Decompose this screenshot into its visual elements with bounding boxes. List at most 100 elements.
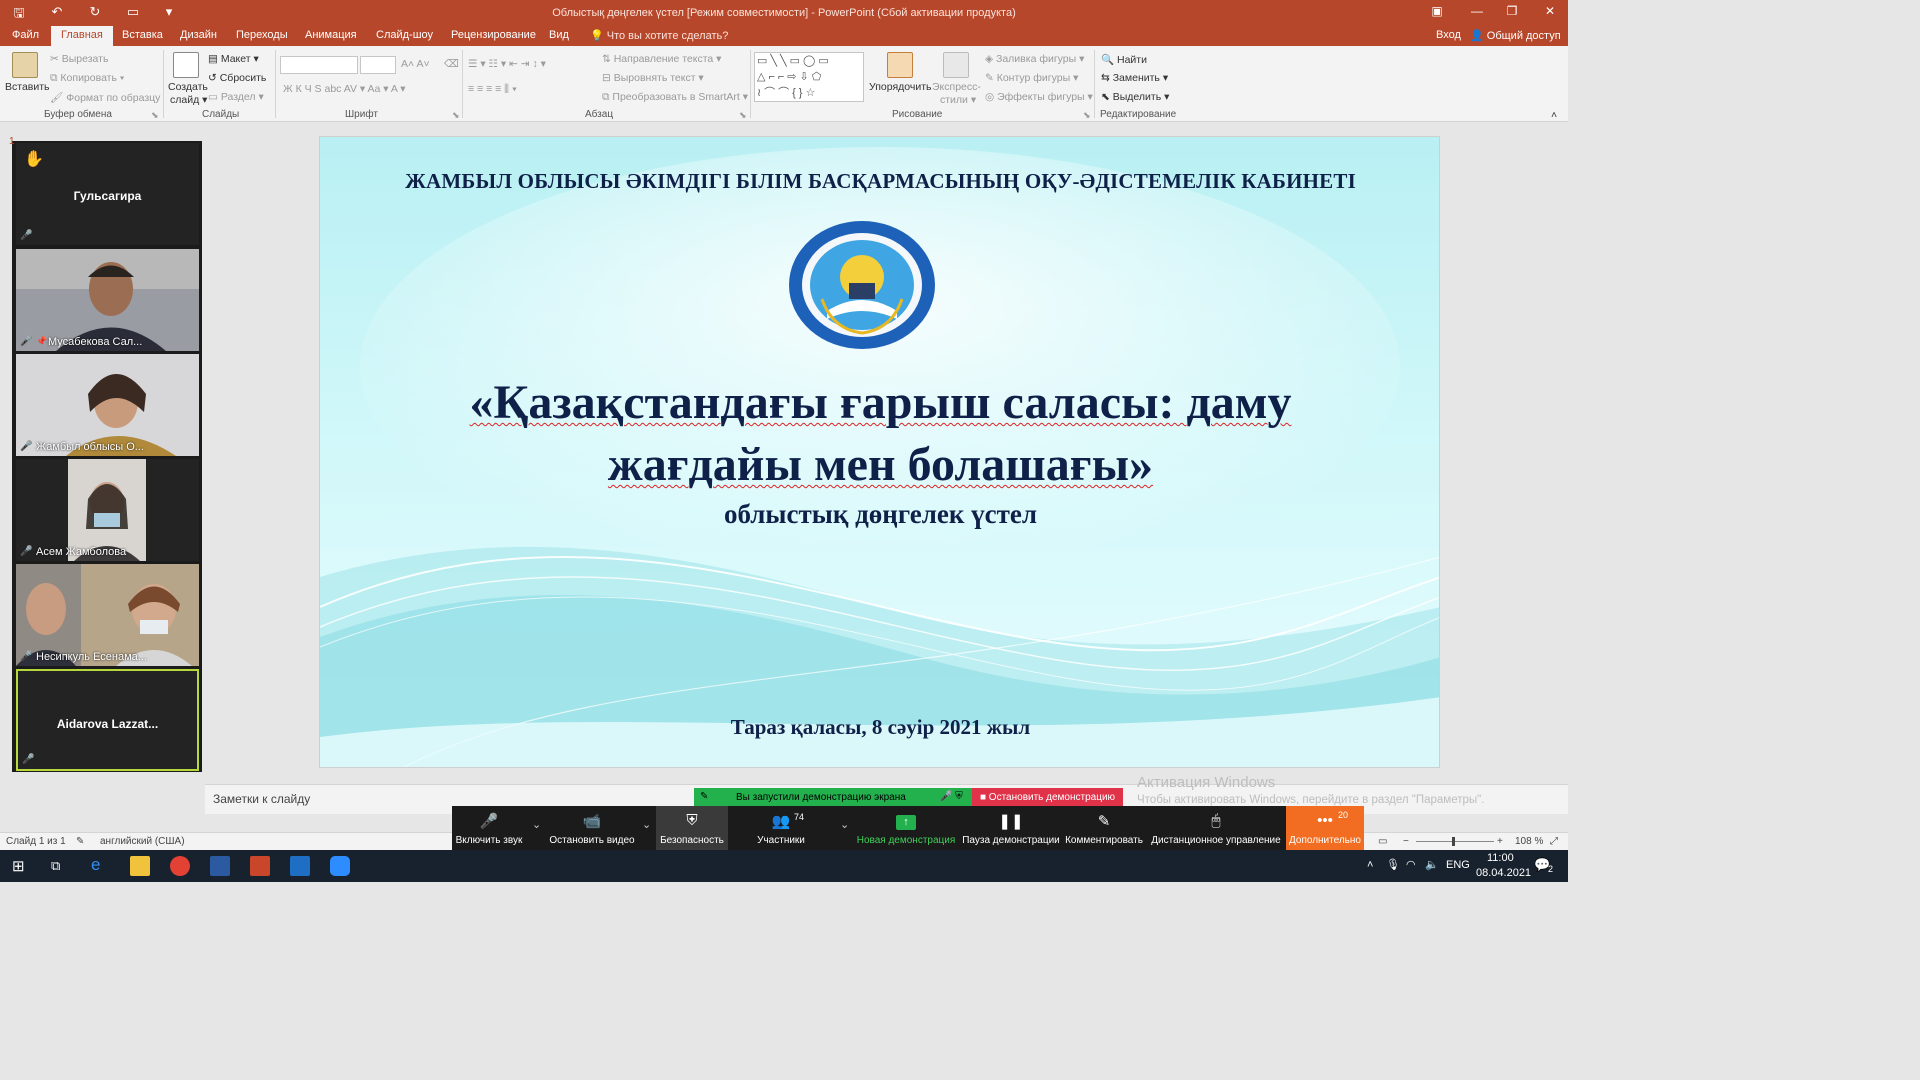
select-button[interactable]: ⬉ Выделить ▾ bbox=[1101, 91, 1169, 103]
alignment-buttons[interactable]: ≡ ≡ ≡ ≡ ⫼ ▾ bbox=[468, 83, 517, 96]
dialog-launcher-icon[interactable]: ⬊ bbox=[452, 110, 460, 121]
close-icon[interactable]: ✕ bbox=[1535, 4, 1565, 18]
layout-button[interactable]: ▤ Макет ▾ bbox=[208, 53, 259, 65]
quick-styles-button[interactable]: Экспресс- bbox=[932, 81, 981, 93]
participants-options-chevron-icon[interactable]: ⌄ bbox=[840, 818, 849, 831]
annotate-button[interactable]: ✎ Комментировать bbox=[1064, 806, 1144, 850]
file-explorer-icon[interactable] bbox=[130, 856, 150, 876]
remote-control-button[interactable]: 🖱 Дистанционное управление bbox=[1150, 806, 1282, 850]
tab-insert[interactable]: Вставка bbox=[122, 29, 163, 41]
unmute-button[interactable]: 🎤 Включить звук bbox=[452, 806, 526, 850]
tab-file[interactable]: Файл bbox=[12, 29, 39, 41]
shapes-gallery[interactable]: ▭╲╲▭◯▭ △⌐⌐⇨⇩⬠ ≀⌒⌒{}☆ bbox=[754, 52, 864, 102]
new-share-button[interactable]: ↑ Новая демонстрация bbox=[856, 806, 956, 850]
find-button[interactable]: 🔍 Найти bbox=[1101, 53, 1147, 66]
participant-tile-active-speaker[interactable]: Aidarova Lazzat... 🎤 bbox=[16, 669, 199, 771]
sign-in-link[interactable]: Вход bbox=[1436, 29, 1461, 41]
group-label-font: Шрифт bbox=[345, 109, 378, 120]
quick-styles-button-line2[interactable]: стили ▾ bbox=[940, 94, 976, 106]
chrome-browser-icon[interactable] bbox=[170, 856, 190, 876]
participant-tile[interactable]: 🎤 Жамбыл облысы О... bbox=[16, 354, 199, 456]
audio-options-chevron-icon[interactable]: ⌄ bbox=[532, 818, 541, 831]
tab-animations[interactable]: Анимация bbox=[305, 29, 357, 41]
shape-outline-button[interactable]: ✎ Контур фигуры ▾ bbox=[985, 72, 1078, 84]
zoom-app-icon[interactable] bbox=[330, 856, 350, 876]
microphone-tray-icon[interactable]: 🎙 bbox=[1386, 858, 1400, 871]
ribbon-display-icon[interactable]: ▣ bbox=[1422, 4, 1452, 18]
video-options-chevron-icon[interactable]: ⌄ bbox=[642, 818, 651, 831]
section-button[interactable]: ▭ Раздел ▾ bbox=[208, 91, 264, 103]
app-icon[interactable] bbox=[210, 856, 230, 876]
security-button[interactable]: ⛨ Безопасность bbox=[656, 806, 728, 850]
paste-button[interactable]: Вставить bbox=[5, 81, 50, 93]
paste-icon[interactable] bbox=[12, 52, 38, 78]
tell-me-search[interactable]: 💡 Что вы хотите сделать? bbox=[590, 29, 728, 42]
arrange-icon[interactable] bbox=[887, 52, 913, 78]
tab-view[interactable]: Вид bbox=[549, 29, 569, 41]
new-slide-button[interactable]: Создать bbox=[168, 81, 208, 93]
format-painter-button[interactable]: 🖌 Формат по образцу bbox=[50, 91, 160, 104]
slide-canvas[interactable]: ЖАМБЫЛ ОБЛЫСЫ ӘКІМДІГІ БІЛІМ БАСҚАРМАСЫН… bbox=[319, 136, 1440, 768]
clear-formatting-icon[interactable]: ⌫ bbox=[444, 58, 459, 70]
font-size-controls[interactable]: A˄ A˅ bbox=[401, 58, 430, 70]
text-direction-button[interactable]: ⇅ Направление текста ▾ bbox=[602, 53, 721, 65]
participant-tile[interactable]: 🎤 Несипкуль Есенама... bbox=[16, 564, 199, 666]
dialog-launcher-icon[interactable]: ⬊ bbox=[1083, 110, 1091, 121]
fit-slide-icon[interactable]: ▭ bbox=[1378, 836, 1387, 847]
participant-tile[interactable]: ✋ Гульсагира 🎤 bbox=[16, 143, 199, 245]
fit-window-icon[interactable]: ⤢ bbox=[1550, 836, 1558, 847]
stop-video-button[interactable]: 📹 Остановить видео bbox=[546, 806, 638, 850]
participant-tile[interactable]: 🎤 📌 Мусабекова Сал... bbox=[16, 249, 199, 351]
zoom-in-icon[interactable]: + bbox=[1497, 836, 1503, 847]
arrange-button[interactable]: Упорядочить bbox=[869, 81, 931, 93]
quick-styles-icon[interactable] bbox=[943, 52, 969, 78]
task-view-icon[interactable]: ⧉ bbox=[51, 858, 60, 874]
minimize-icon[interactable]: — bbox=[1462, 4, 1492, 18]
zoom-slider-thumb[interactable] bbox=[1452, 837, 1455, 846]
tab-review[interactable]: Рецензирование bbox=[451, 29, 536, 41]
zoom-level[interactable]: 108 % bbox=[1515, 836, 1543, 847]
stop-share-button[interactable]: ■ Остановить демонстрацию bbox=[972, 788, 1123, 806]
zoom-out-icon[interactable]: − bbox=[1403, 836, 1409, 847]
input-language[interactable]: ENG bbox=[1446, 859, 1470, 871]
dialog-launcher-icon[interactable]: ⬊ bbox=[151, 110, 159, 121]
new-slide-button-line2[interactable]: слайд ▾ bbox=[170, 94, 207, 106]
reset-button[interactable]: ↺ Сбросить bbox=[208, 72, 266, 84]
tab-slideshow[interactable]: Слайд-шоу bbox=[376, 29, 433, 41]
spellcheck-icon[interactable]: ✎ bbox=[76, 836, 84, 847]
shape-fill-button[interactable]: ◈ Заливка фигуры ▾ bbox=[985, 53, 1084, 65]
restore-icon[interactable]: ❐ bbox=[1497, 4, 1527, 18]
font-family-select[interactable] bbox=[280, 56, 358, 74]
windows-start-icon[interactable]: ⊞ bbox=[12, 857, 25, 875]
tab-home[interactable]: Главная bbox=[51, 26, 113, 46]
new-slide-icon[interactable] bbox=[173, 52, 199, 78]
wifi-icon[interactable]: ◠ bbox=[1406, 858, 1416, 871]
smartart-button[interactable]: ⧉ Преобразовать в SmartArt ▾ bbox=[602, 91, 748, 104]
clock-time[interactable]: 11:00 bbox=[1487, 852, 1514, 864]
slideshow-app-icon[interactable] bbox=[290, 856, 310, 876]
list-buttons[interactable]: ☰ ▾ ☷ ▾ ⇤ ⇥ ↕ ▾ bbox=[468, 58, 546, 70]
shape-effects-button[interactable]: ◎ Эффекты фигуры ▾ bbox=[985, 91, 1093, 103]
font-format-buttons[interactable]: Ж К Ч S abc AV ▾ Aa ▾ A ▾ bbox=[283, 83, 405, 95]
pause-share-button[interactable]: ❚❚ Пауза демонстрации bbox=[962, 806, 1060, 850]
edge-browser-icon[interactable]: e bbox=[91, 855, 100, 875]
zoom-slider[interactable] bbox=[1416, 841, 1494, 842]
dialog-launcher-icon[interactable]: ⬊ bbox=[739, 110, 747, 121]
cut-button[interactable]: ✂ Вырезать bbox=[50, 53, 108, 65]
more-button[interactable]: ••• 20 Дополнительно bbox=[1286, 806, 1364, 850]
show-hidden-icons-icon[interactable]: ˄ bbox=[1367, 859, 1373, 871]
powerpoint-icon[interactable] bbox=[250, 856, 270, 876]
language-indicator[interactable]: английский (США) bbox=[100, 836, 185, 847]
clock-date[interactable]: 08.04.2021 bbox=[1476, 867, 1531, 879]
align-text-button[interactable]: ⊟ Выровнять текст ▾ bbox=[602, 72, 704, 84]
volume-icon[interactable]: 🔈 bbox=[1425, 858, 1439, 871]
share-button[interactable]: 👤 Общий доступ bbox=[1470, 29, 1561, 42]
font-size-select[interactable] bbox=[360, 56, 396, 74]
tab-design[interactable]: Дизайн bbox=[180, 29, 217, 41]
copy-button[interactable]: ⧉ Копировать ▾ bbox=[50, 72, 124, 85]
participant-tile[interactable]: 🎤 Асем Жамболова bbox=[16, 459, 199, 561]
replace-button[interactable]: ⇆ Заменить ▾ bbox=[1101, 72, 1168, 84]
tab-transitions[interactable]: Переходы bbox=[236, 29, 288, 41]
collapse-ribbon-icon[interactable]: ˄ bbox=[1551, 109, 1557, 121]
participants-button[interactable]: 👥 74 Участники bbox=[748, 806, 814, 850]
